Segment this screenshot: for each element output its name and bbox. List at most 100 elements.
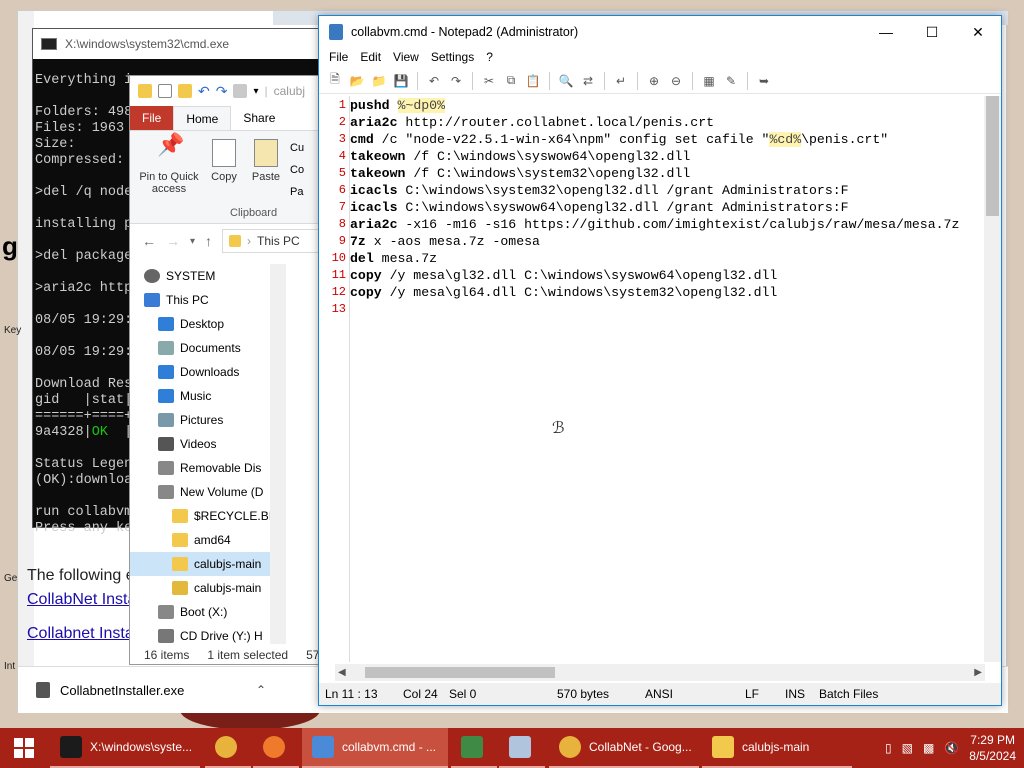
folder-icon: [712, 736, 734, 758]
nav-item[interactable]: SYSTEM: [144, 264, 284, 288]
download-item[interactable]: CollabnetInstaller.exe ⌃: [36, 675, 266, 705]
cut-icon[interactable]: ✂: [479, 71, 499, 91]
zip-folder-icon: [172, 581, 188, 595]
code-text: C:\windows\syswow64\opengl32.dll /grant …: [397, 200, 849, 215]
code-line: cmd /c "node-v22.5.1-win-x64\npm" config…: [350, 131, 1001, 148]
taskbar-item[interactable]: [205, 728, 251, 768]
replace-icon[interactable]: ⇄: [578, 71, 598, 91]
copy-path-button[interactable]: Co: [290, 159, 304, 181]
collabnet-link[interactable]: CollabNet Insta: [27, 591, 136, 609]
pin-to-quick-access-button[interactable]: 📌 Pin to Quick access: [136, 134, 202, 196]
horizontal-scroll-thumb[interactable]: [365, 667, 555, 678]
nav-item[interactable]: This PC: [144, 288, 284, 312]
maximize-icon[interactable]: ☐: [909, 16, 955, 48]
recent-dropdown-icon[interactable]: ▾: [190, 236, 195, 247]
paste-label: Paste: [251, 171, 281, 183]
editor-text-area[interactable]: pushd %~dp0% aria2c http://router.collabn…: [350, 96, 1001, 662]
start-button[interactable]: [0, 728, 48, 768]
menu-file[interactable]: File: [323, 48, 354, 68]
taskbar-item[interactable]: collabvm.cmd - ...: [302, 728, 448, 768]
firefox-icon: [263, 736, 285, 758]
menu-view[interactable]: View: [387, 48, 425, 68]
vertical-scrollbar[interactable]: [984, 96, 1001, 662]
taskbar-item[interactable]: calubjs-main: [702, 728, 852, 768]
copy-icon[interactable]: ⧉: [501, 71, 521, 91]
taskbar-item-label: collabvm.cmd - ...: [342, 740, 437, 754]
taskbar-item[interactable]: X:\windows\syste...: [50, 728, 200, 768]
redo-icon[interactable]: ↷: [446, 71, 466, 91]
copy-button[interactable]: Copy: [208, 139, 240, 183]
nav-item[interactable]: calubjs-main: [130, 552, 270, 576]
paste-shortcut-button[interactable]: Pa: [290, 181, 304, 203]
send-to-icon[interactable]: ➥: [754, 71, 774, 91]
new-file-icon[interactable]: 🗎: [325, 71, 345, 91]
vertical-scroll-thumb[interactable]: [986, 96, 999, 216]
clock[interactable]: 7:29 PM 8/5/2024: [969, 732, 1016, 764]
paste-button[interactable]: Paste: [248, 139, 284, 183]
menu-edit[interactable]: Edit: [354, 48, 387, 68]
nav-item[interactable]: calubjs-main: [172, 576, 312, 600]
line-number: 12: [331, 285, 346, 299]
navigation-pane: SYSTEM This PC Desktop Documents Downloads Mu…: [130, 264, 322, 644]
window-title-fragment: calubj: [273, 84, 305, 98]
scroll-right-icon[interactable]: ▶: [974, 667, 982, 678]
toolbar-separator: [604, 71, 605, 90]
chevron-up-icon[interactable]: ⌃: [256, 683, 266, 697]
forward-icon[interactable]: →: [166, 233, 180, 249]
minimize-icon[interactable]: —: [863, 16, 909, 48]
code-text: http://router.collabnet.local/penis.crt: [397, 115, 715, 130]
zoom-out-icon[interactable]: ⊖: [666, 71, 686, 91]
paste-icon[interactable]: 📋: [523, 71, 543, 91]
tab-home[interactable]: Home: [173, 106, 232, 130]
scheme-icon[interactable]: ▦: [699, 71, 719, 91]
properties-icon[interactable]: [158, 84, 172, 98]
code-line: del mesa.7z: [350, 250, 1001, 267]
nav-item[interactable]: amd64: [172, 528, 312, 552]
taskbar-item[interactable]: [253, 728, 299, 768]
color-icon[interactable]: ▩: [923, 741, 934, 755]
text-cursor-icon: ℬ: [552, 420, 565, 437]
browse-icon[interactable]: 📁: [369, 71, 389, 91]
horizontal-scrollbar[interactable]: ◀ ▶: [335, 664, 985, 681]
taskbar-item[interactable]: CollabNet - Goog...: [549, 728, 699, 768]
customize-icon[interactable]: ✎: [721, 71, 741, 91]
redo-icon[interactable]: ↷: [216, 83, 228, 100]
collabnet-link[interactable]: Collabnet Insta: [27, 625, 134, 643]
cut-button[interactable]: Cu: [290, 137, 304, 159]
tab-file[interactable]: File: [130, 106, 174, 130]
word-wrap-icon[interactable]: ↵: [611, 71, 631, 91]
tab-share[interactable]: Share: [231, 106, 287, 130]
file-explorer-window[interactable]: ↶ ↷ ▾ | calubj File Home Share 📌 Pin to …: [129, 75, 322, 665]
scroll-left-icon[interactable]: ◀: [338, 667, 346, 678]
undo-icon[interactable]: ↶: [198, 83, 210, 100]
audio-muted-icon[interactable]: 🔇: [944, 741, 959, 755]
cmd-titlebar[interactable]: X:\windows\system32\cmd.exe: [33, 29, 323, 59]
nav-item-label: Music: [180, 389, 212, 403]
network-icon[interactable]: ▧: [902, 741, 913, 755]
undo-icon[interactable]: ↶: [424, 71, 444, 91]
device-icon[interactable]: ▯: [885, 741, 892, 755]
new-folder-icon[interactable]: [178, 84, 192, 98]
nav-item[interactable]: $RECYCLE.BIN: [172, 504, 312, 528]
up-icon[interactable]: ↑: [205, 233, 212, 249]
menu-help[interactable]: ?: [480, 48, 499, 68]
taskbar-item[interactable]: [499, 728, 545, 768]
open-folder-icon[interactable]: 📂: [347, 71, 367, 91]
back-icon[interactable]: ←: [142, 233, 156, 249]
customize-dropdown-icon[interactable]: ▾: [253, 86, 258, 97]
toolbar-separator: [472, 71, 473, 90]
menu-settings[interactable]: Settings: [425, 48, 480, 68]
find-icon[interactable]: 🔍: [556, 71, 576, 91]
delete-icon[interactable]: [233, 84, 248, 98]
folder-icon: [172, 509, 188, 523]
address-bar[interactable]: › This PC: [222, 229, 322, 253]
close-icon[interactable]: ✕: [955, 16, 1001, 48]
save-icon[interactable]: 💾: [391, 71, 411, 91]
notepad2-window[interactable]: collabvm.cmd - Notepad2 (Administrator) …: [318, 15, 1002, 706]
taskbar-item[interactable]: [451, 728, 497, 768]
navigation-scrollbar[interactable]: [270, 264, 286, 644]
nav-item-label: amd64: [194, 533, 231, 547]
zoom-in-icon[interactable]: ⊕: [644, 71, 664, 91]
notepad-titlebar[interactable]: collabvm.cmd - Notepad2 (Administrator) …: [319, 16, 1001, 48]
line-number: 5: [338, 166, 346, 180]
